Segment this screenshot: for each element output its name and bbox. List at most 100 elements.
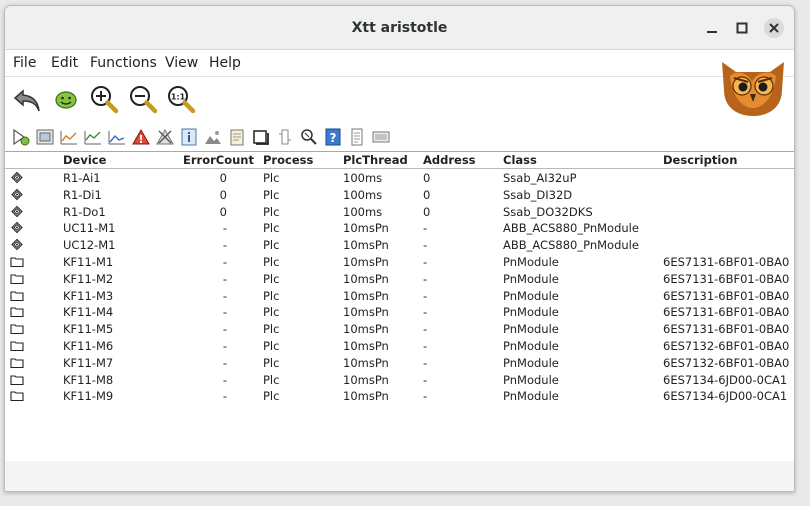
table-row[interactable]: R1-Do1 0 Plc 100ms 0 Ssab_DO32DKS [5,204,794,221]
cell-process: Plc [263,322,280,337]
cell-device: KF11-M5 [63,322,114,337]
cell-errorcount: - [222,221,227,236]
col-description[interactable]: Description [663,153,737,167]
cell-errorcount: - [222,339,227,353]
cell-address: - [423,339,428,353]
cell-process: Plc [263,271,280,286]
cell-address: - [423,322,428,337]
menu-functions[interactable]: Functions [90,55,157,71]
help-button[interactable]: ? [323,127,343,147]
table-row[interactable]: KF11-M2 - Plc 10msPn - PnModule 6ES7131-6BF01-… [5,271,794,288]
cell-errorcount: - [222,355,227,370]
block-events-button[interactable] [155,127,175,147]
table-row[interactable]: UC12-M1 - Plc 10msPn - ABB_ACS880_PnModule [5,237,794,254]
table-row[interactable]: KF11-M7 - Plc 10msPn - PnModule 6ES7132-6BF01-… [5,355,794,372]
alarm-icon [132,128,150,145]
plc-trace-button[interactable] [11,127,31,147]
cell-address: 0 [423,204,431,219]
app-window: Xtt aristotle File Edit Functions View H… [4,5,795,492]
window-title: Xtt aristotle [351,20,448,36]
cell-description: 6ES7134-6JD00-0CA1 [663,389,788,404]
table-row[interactable]: KF11-M6 - Plc 10msPn - PnModule 6ES7132-6BF01-… [5,338,794,355]
cell-description: 6ES7134-6JD00-0CA1 [663,372,788,387]
search-icon [301,129,317,145]
table-row[interactable]: KF11-M3 - Plc 10msPn - PnModule 6ES7131-6BF01-… [5,288,794,305]
menu-help[interactable]: Help [209,55,241,71]
zoom-in-button[interactable] [88,83,120,115]
svg-text:1:1: 1:1 [171,93,186,102]
cell-errorcount: - [222,389,227,404]
col-class[interactable]: Class [503,153,537,167]
cell-process: Plc [263,305,280,320]
cell-errorcount: - [222,255,227,269]
cell-class: Ssab_AI32uP [503,171,577,185]
maximize-button[interactable] [732,18,752,38]
cell-process: Plc [263,288,280,303]
object-button[interactable] [251,127,271,147]
document-button[interactable] [347,127,367,147]
zoom-out-button[interactable] [127,83,159,115]
fast-curve-button[interactable] [83,127,103,147]
module-icon [10,205,24,218]
zoom-reset-button[interactable]: 1:1 [165,83,197,115]
col-address[interactable]: Address [423,153,476,167]
menu-view[interactable]: View [165,55,198,71]
table-row[interactable]: KF11-M4 - Plc 10msPn - PnModule 6ES7131-6BF01-… [5,304,794,321]
cell-device: KF11-M4 [63,305,114,320]
cell-plcthread: 10msPn [343,372,389,387]
cell-errorcount: - [222,305,227,320]
cell-plcthread: 10msPn [343,389,389,404]
picture-button[interactable] [203,127,223,147]
cell-address: 0 [423,171,431,185]
maximize-icon [736,22,748,34]
cell-process: Plc [263,339,280,353]
device-table: Device ErrorCount Process PlcThread Addr… [5,151,794,461]
list-button[interactable] [371,127,391,147]
crossreference-button[interactable] [275,127,295,147]
graph-icon [36,129,54,145]
table-row[interactable]: KF11-M8 - Plc 10msPn - PnModule 6ES7134-6JD00-… [5,372,794,389]
trend-button[interactable] [59,127,79,147]
cell-errorcount: - [222,271,227,286]
close-icon [769,23,779,33]
cell-device: KF11-M6 [63,339,114,353]
col-device[interactable]: Device [63,153,106,167]
smiley-button[interactable] [50,83,82,115]
menu-file[interactable]: File [13,55,36,71]
crossreference-icon [279,129,291,145]
zoom-reset-icon: 1:1 [168,86,196,114]
cell-class: ABB_ACS880_PnModule [503,221,639,236]
history-icon [108,131,125,145]
table-row[interactable]: R1-Ai1 0 Plc 100ms 0 Ssab_AI32uP [5,170,794,187]
col-process[interactable]: Process [263,153,313,167]
cell-plcthread: 10msPn [343,255,389,269]
notes-button[interactable] [227,127,247,147]
close-button[interactable] [764,18,784,38]
cell-plcthread: 10msPn [343,238,389,253]
folder-icon [10,339,24,352]
search-button[interactable] [299,127,319,147]
graph-button[interactable] [35,127,55,147]
alarm-button[interactable] [131,127,151,147]
minimize-button[interactable] [702,18,722,38]
col-plcthread[interactable]: PlcThread [343,153,408,167]
table-row[interactable]: KF11-M5 - Plc 10msPn - PnModule 6ES7131-6BF01-… [5,321,794,338]
owl-logo [716,56,790,116]
history-button[interactable] [107,127,127,147]
info-button[interactable] [179,127,199,147]
back-button[interactable] [11,83,43,115]
module-icon [10,238,24,251]
table-row[interactable]: KF11-M9 - Plc 10msPn - PnModule 6ES7134-6JD00-… [5,388,794,405]
module-icon [10,221,24,234]
table-row[interactable]: R1-Di1 0 Plc 100ms 0 Ssab_DI32D [5,187,794,204]
cell-errorcount: - [222,288,227,303]
cell-plcthread: 10msPn [343,221,389,236]
menu-edit[interactable]: Edit [51,55,78,71]
table-row[interactable]: UC11-M1 - Plc 10msPn - ABB_ACS880_PnModule [5,220,794,237]
col-errorcount[interactable]: ErrorCount [183,153,254,167]
cell-class: PnModule [503,339,559,353]
folder-icon [10,373,24,386]
table-row[interactable]: KF11-M1 - Plc 10msPn - PnModule 6ES7131-6BF01-… [5,254,794,271]
svg-text:?: ? [330,131,337,145]
notes-icon [230,129,244,146]
